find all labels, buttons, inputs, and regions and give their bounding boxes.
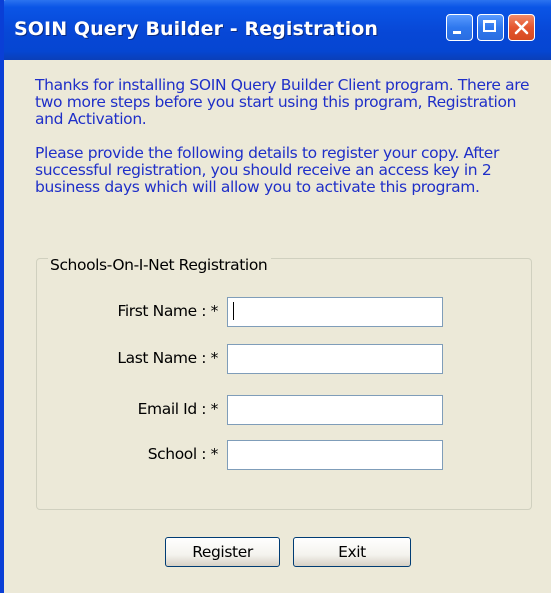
maximize-icon[interactable]	[477, 14, 504, 41]
intro-paragraph-1: Thanks for installing SOIN Query Builder…	[35, 76, 530, 128]
intro-text: Thanks for installing SOIN Query Builder…	[35, 77, 535, 213]
first-name-input[interactable]	[227, 297, 443, 327]
school-input[interactable]	[227, 440, 443, 470]
last-name-label: Last Name : *	[117, 349, 218, 367]
close-icon[interactable]	[508, 14, 535, 41]
first-name-label: First Name : *	[117, 302, 218, 320]
window-title: SOIN Query Builder - Registration	[14, 18, 379, 40]
text-caret	[233, 302, 234, 320]
school-label: School : *	[147, 445, 219, 463]
minimize-icon[interactable]	[446, 14, 473, 41]
email-id-input[interactable]	[227, 395, 443, 425]
email-id-label: Email Id : *	[137, 400, 219, 418]
register-button[interactable]: Register	[165, 537, 280, 567]
groupbox-title: Schools-On-I-Net Registration	[48, 257, 272, 274]
registration-groupbox	[36, 258, 532, 510]
exit-button[interactable]: Exit	[293, 537, 411, 567]
intro-paragraph-2: Please provide the following details to …	[35, 144, 500, 196]
registration-window: SOIN Query Builder - Registration Thanks…	[0, 0, 551, 593]
title-bar[interactable]: SOIN Query Builder - Registration	[4, 0, 551, 60]
close-x-glyph	[514, 20, 529, 35]
last-name-input[interactable]	[227, 344, 443, 374]
